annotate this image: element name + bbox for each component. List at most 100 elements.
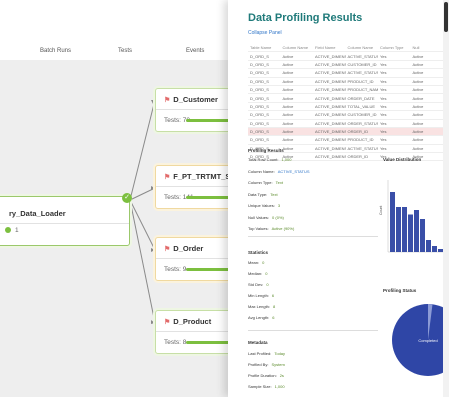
kv-value: 1,000 [274, 384, 285, 389]
node-tests: 1 [15, 227, 19, 234]
value-distribution-chart: Count [379, 180, 444, 253]
kv-label: Mean: [248, 260, 260, 265]
value-distribution-label: Value Distribution [383, 157, 422, 162]
column-header[interactable]: Null [410, 44, 443, 53]
kv-value: 6 [272, 315, 275, 320]
edge-to-customer [129, 99, 156, 201]
table-cell: Active [280, 60, 313, 70]
table-cell: ACTIVE_DIMENSIONS [313, 110, 346, 120]
node-d-customer[interactable]: ⚑ D_Customer Tests: 70 [155, 88, 235, 132]
table-cell: ORDER_DATE [345, 93, 378, 103]
panel-scrollbar[interactable] [443, 0, 449, 397]
table-cell: Yes [378, 93, 411, 103]
table-cell: Yes [378, 51, 411, 61]
table-row[interactable]: D_ORD_SActiveACTIVE_DIMENSIONSCUSTOMER_I… [248, 60, 443, 70]
table-row[interactable]: D_ORD_SActiveACTIVE_DIMENSIONSORDER_STAT… [248, 119, 443, 128]
kv-value[interactable]: ACTIVE_STATUS [278, 169, 310, 174]
node-title: D_Customer [173, 95, 218, 104]
table-row[interactable]: D_ORD_SActiveACTIVE_DIMENSIONSACTIVE_STA… [248, 51, 443, 61]
table-cell: Yes [378, 119, 411, 128]
profiling-status-pie: Completed [392, 304, 448, 376]
table-cell: CUSTOMER_ID [345, 110, 378, 120]
kv-label: Sample Size: [248, 384, 272, 389]
table-cell: ACTIVE_DIMENSIONS [313, 102, 346, 112]
table-cell: ORDER_STATUS [345, 119, 378, 128]
column-header[interactable]: Table Name [248, 44, 281, 53]
table-cell: Active [410, 144, 443, 154]
table-cell: PRODUCT_ID [345, 77, 378, 86]
table-row[interactable]: D_ORD_SActiveACTIVE_DIMENSIONSPRODUCT_NA… [248, 85, 443, 95]
check-icon: ✓ [122, 193, 132, 203]
status-dot-icon [5, 227, 11, 233]
edge-to-order [129, 199, 156, 251]
table-row[interactable]: D_ORD_SActiveACTIVE_DIMENSIONSORDER_DATE… [248, 93, 443, 103]
table-cell: Active [280, 93, 313, 103]
table-cell: ACTIVE_STATUS [345, 68, 378, 78]
flag-icon: ⚑ [164, 97, 171, 104]
kv-label: Profile Duration: [248, 373, 277, 378]
table-cell: Yes [378, 110, 411, 120]
kv-value: 0 [262, 260, 265, 265]
table-cell: Active [410, 93, 443, 103]
column-header[interactable]: Column Name [280, 44, 313, 53]
node-data-loader[interactable]: ry_Data_Loader 1 ✓ [0, 193, 132, 246]
node-d-product[interactable]: ⚑ D_Product Tests: 8 [155, 310, 235, 354]
kv-row: Unique Values: 3 [248, 203, 280, 208]
kv-label: Min Length: [248, 293, 269, 298]
table-cell: Active [280, 135, 313, 145]
table-row[interactable]: D_ORD_SActiveACTIVE_DIMENSIONSCUSTOMER_I… [248, 110, 443, 120]
kv-label: Data Type: [248, 191, 268, 197]
node-f-pt-trtmt-sum[interactable]: ⚑ F_PT_TRTMT_Sum Tests: 141 [155, 165, 242, 209]
column-header[interactable]: Column Name [345, 44, 378, 53]
table-row[interactable]: D_ORD_SActiveACTIVE_DIMENSIONSORDER_IDYe… [248, 127, 443, 137]
kv-label: Avg Length: [248, 315, 270, 320]
node-tests: Tests: 9 [164, 266, 187, 273]
profiling-status-label: Profiling Status [383, 288, 417, 293]
table-cell: Yes [378, 85, 411, 95]
table-cell: Active [280, 68, 313, 78]
column-header[interactable]: Field Name [313, 44, 346, 53]
table-header-row: Table Name Column Name Field Name Column… [248, 44, 443, 53]
table-cell: ACTIVE_DIMENSIONS [313, 93, 346, 103]
table-cell: D_ORD_S [248, 127, 281, 137]
kv-row: Top Values: Active (90%) [248, 226, 294, 231]
node-d-order[interactable]: ⚑ D_Order Tests: 9 [155, 237, 235, 281]
table-cell: D_ORD_S [248, 68, 281, 78]
section-title-statistics: Statistics [248, 250, 269, 255]
table-row[interactable]: D_ORD_SActiveACTIVE_DIMENSIONSACTIVE_STA… [248, 68, 443, 78]
kv-row: Profile Duration: 2s [248, 373, 284, 378]
collapse-panel-link[interactable]: Collapse Panel [248, 30, 282, 36]
table-row[interactable]: D_ORD_SActiveACTIVE_DIMENSIONSTOTAL_VALU… [248, 102, 443, 112]
table-cell: ACTIVE_DIMENSIONS [313, 119, 346, 128]
scroll-thumb[interactable] [444, 2, 448, 32]
table-cell: Active [280, 102, 313, 112]
kv-value: 0 (0%) [272, 214, 284, 220]
table-cell: Active [280, 127, 313, 137]
column-header[interactable]: Column Type [378, 44, 411, 53]
node-tests: Tests: 8 [164, 339, 187, 346]
tests-progress-bar [186, 119, 234, 122]
kv-row: Min Length: 6 [248, 293, 274, 298]
table-cell: Active [410, 119, 443, 128]
table-cell: Yes [378, 135, 411, 145]
kv-row: Max Length: 8 [248, 304, 275, 309]
kv-row: Total Row Count: 1,000 [248, 157, 291, 162]
table-cell: Active [410, 85, 443, 95]
table-row[interactable]: D_ORD_SActiveACTIVE_DIMENSIONSPRODUCT_ID… [248, 77, 443, 86]
node-title: ry_Data_Loader [9, 209, 66, 218]
node-title: D_Product [173, 317, 212, 326]
kv-label: Top Values: [248, 226, 269, 231]
flag-icon: ⚑ [164, 319, 171, 326]
table-cell: PRODUCT_ID [345, 135, 378, 145]
table-cell: ACTIVE_DIMENSIONS [313, 152, 346, 162]
kv-label: Column Name: [248, 168, 275, 174]
table-cell: Active [280, 144, 313, 154]
table-cell: Active [410, 77, 443, 86]
section-title-metadata: Metadata [248, 340, 268, 345]
table-row[interactable]: D_ORD_SActiveACTIVE_DIMENSIONSPRODUCT_ID… [248, 135, 443, 145]
table-cell: D_ORD_S [248, 102, 281, 112]
kv-value: 2s [279, 373, 284, 378]
table-cell: Active [410, 68, 443, 78]
table-cell: Yes [378, 144, 411, 154]
table-cell: Active [280, 110, 313, 120]
